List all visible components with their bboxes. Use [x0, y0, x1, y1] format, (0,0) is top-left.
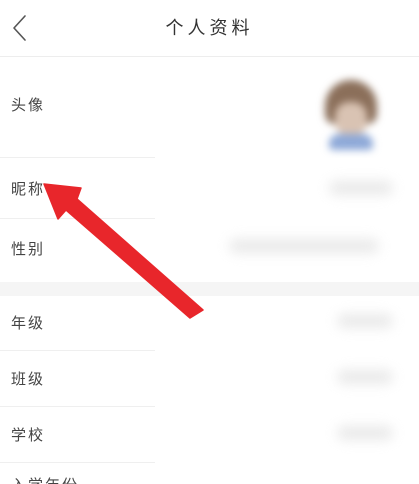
avatar[interactable]	[325, 80, 377, 150]
school-label: 学校	[11, 426, 46, 444]
gender-label: 性别	[11, 240, 46, 258]
nickname-row[interactable]: 昵称	[0, 158, 419, 218]
grade-label: 年级	[11, 314, 46, 332]
page-title: 个人资料	[165, 18, 254, 39]
class-label: 班级	[11, 370, 46, 388]
class-value-blurred	[337, 370, 393, 384]
gender-value-blurred	[229, 239, 379, 253]
grade-row[interactable]: 年级	[0, 296, 419, 350]
class-row[interactable]: 班级	[0, 351, 419, 406]
enrollment-year-label: 入学年份	[11, 474, 79, 484]
grade-value-blurred	[337, 314, 393, 328]
section-separator	[0, 282, 419, 296]
enrollment-year-row[interactable]: 入学年份	[0, 463, 419, 484]
nickname-value-blurred	[329, 181, 393, 195]
profile-screen: 个人资料 头像 昵称 性别 年级 班级 学校 入学年份	[0, 0, 419, 484]
school-value-blurred	[337, 426, 393, 440]
gender-row[interactable]: 性别	[0, 219, 419, 281]
school-row[interactable]: 学校	[0, 407, 419, 462]
nickname-label: 昵称	[11, 180, 46, 198]
nav-bar: 个人资料	[0, 0, 419, 57]
avatar-label: 头像	[11, 96, 46, 114]
